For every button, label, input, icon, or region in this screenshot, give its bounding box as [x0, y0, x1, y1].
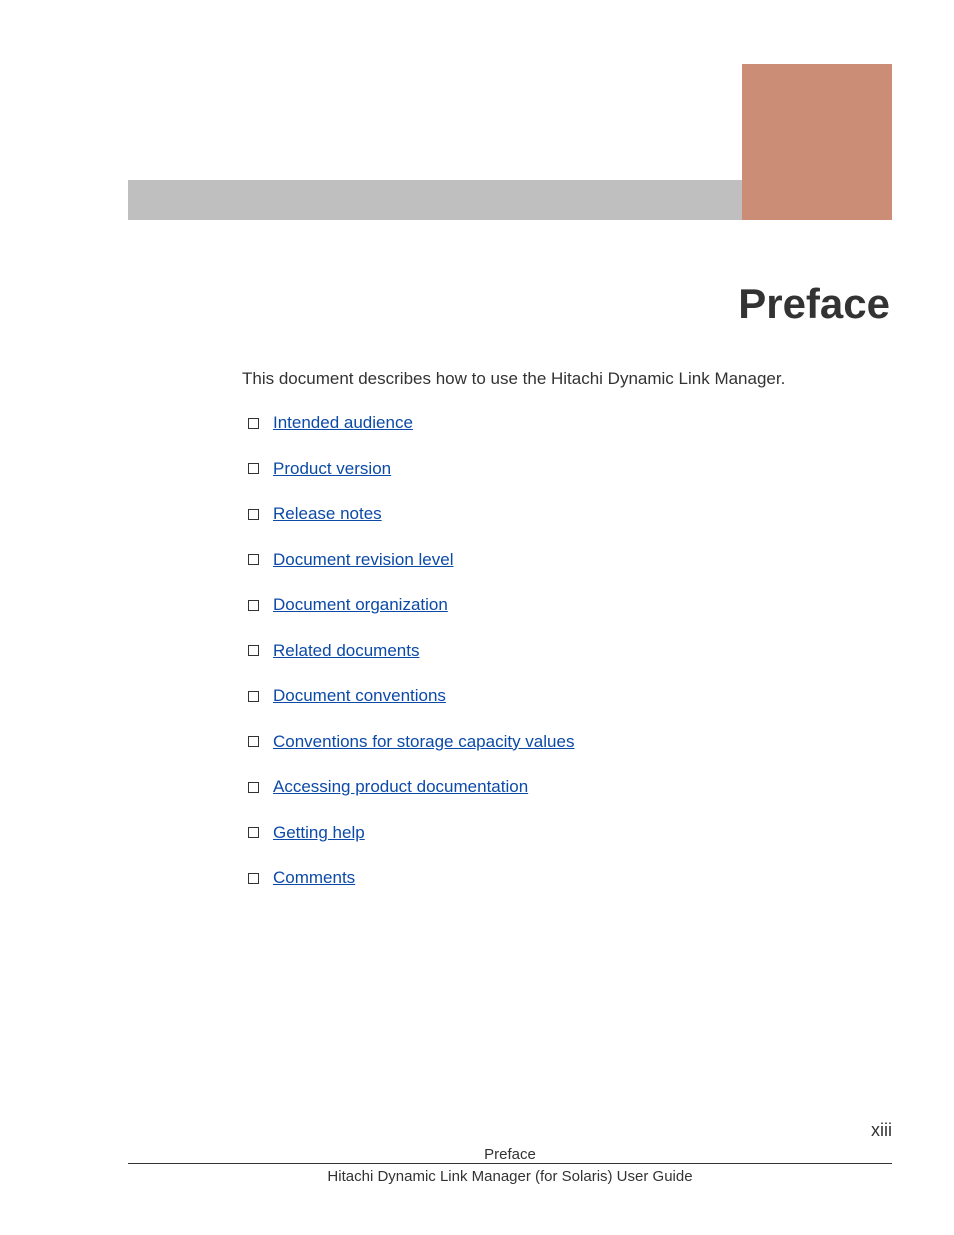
- toc-list: Intended audience Product version Releas…: [248, 413, 574, 914]
- toc-link-document-conventions[interactable]: Document conventions: [273, 686, 446, 706]
- toc-item: Document revision level: [248, 550, 574, 570]
- toc-link-accessing-product-documentation[interactable]: Accessing product documentation: [273, 777, 528, 797]
- toc-item: Accessing product documentation: [248, 777, 574, 797]
- toc-link-release-notes[interactable]: Release notes: [273, 504, 382, 524]
- toc-item: Document organization: [248, 595, 574, 615]
- square-bullet-icon: [248, 691, 259, 702]
- square-bullet-icon: [248, 509, 259, 520]
- toc-item: Product version: [248, 459, 574, 479]
- accent-block: [742, 64, 892, 220]
- square-bullet-icon: [248, 827, 259, 838]
- toc-item: Release notes: [248, 504, 574, 524]
- square-bullet-icon: [248, 736, 259, 747]
- toc-item: Comments: [248, 868, 574, 888]
- toc-item: Related documents: [248, 641, 574, 661]
- square-bullet-icon: [248, 600, 259, 611]
- grey-bar: [128, 180, 742, 220]
- square-bullet-icon: [248, 873, 259, 884]
- page-footer: xiii Preface Hitachi Dynamic Link Manage…: [128, 1146, 892, 1185]
- page-title: Preface: [738, 280, 890, 328]
- toc-link-comments[interactable]: Comments: [273, 868, 355, 888]
- toc-link-product-version[interactable]: Product version: [273, 459, 391, 479]
- toc-link-document-organization[interactable]: Document organization: [273, 595, 448, 615]
- toc-item: Getting help: [248, 823, 574, 843]
- footer-doc-title: Hitachi Dynamic Link Manager (for Solari…: [128, 1168, 892, 1185]
- toc-link-intended-audience[interactable]: Intended audience: [273, 413, 413, 433]
- square-bullet-icon: [248, 554, 259, 565]
- toc-link-related-documents[interactable]: Related documents: [273, 641, 419, 661]
- toc-item: Intended audience: [248, 413, 574, 433]
- toc-link-conventions-storage-capacity[interactable]: Conventions for storage capacity values: [273, 732, 574, 752]
- header-band: [128, 64, 892, 220]
- footer-divider: [128, 1163, 892, 1164]
- toc-link-document-revision-level[interactable]: Document revision level: [273, 550, 453, 570]
- toc-item: Conventions for storage capacity values: [248, 732, 574, 752]
- toc-item: Document conventions: [248, 686, 574, 706]
- square-bullet-icon: [248, 645, 259, 656]
- square-bullet-icon: [248, 418, 259, 429]
- page-number: xiii: [871, 1120, 892, 1141]
- square-bullet-icon: [248, 463, 259, 474]
- square-bullet-icon: [248, 782, 259, 793]
- footer-section-label: Preface: [128, 1146, 892, 1163]
- intro-text: This document describes how to use the H…: [242, 369, 785, 389]
- toc-link-getting-help[interactable]: Getting help: [273, 823, 365, 843]
